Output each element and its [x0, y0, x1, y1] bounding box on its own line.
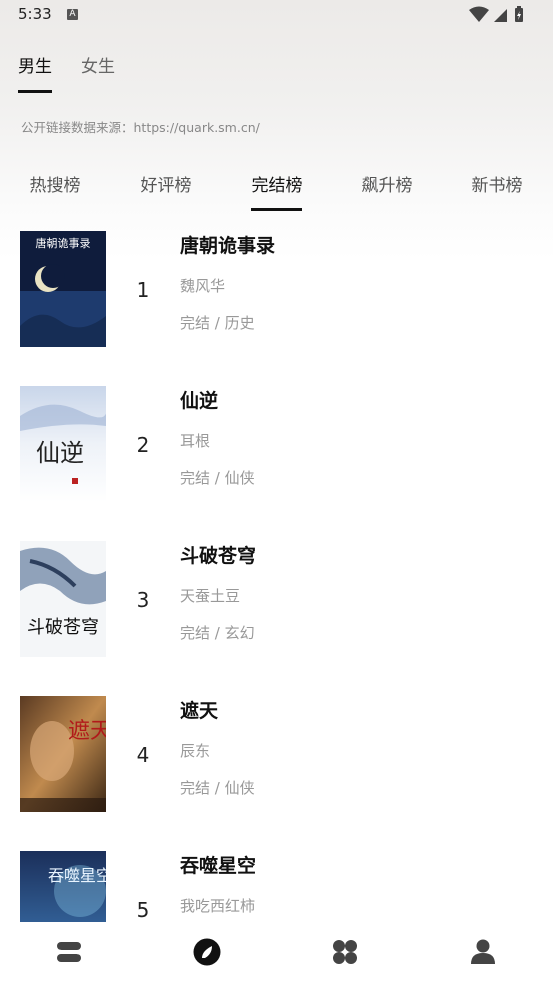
book-item[interactable]: 吞噬星空 5 吞噬星空 我吃西红柿	[0, 848, 553, 922]
wifi-icon	[469, 6, 489, 22]
book-cover[interactable]: 遮天	[20, 696, 106, 812]
book-rank: 4	[136, 743, 150, 767]
book-meta: 完结 / 历史	[180, 314, 255, 332]
category-icon	[333, 940, 357, 964]
tab-completed[interactable]: 完结榜	[232, 171, 322, 196]
bottom-navigation	[0, 922, 553, 984]
book-author: 我吃西红柿	[180, 897, 256, 915]
book-rank: 2	[136, 433, 150, 457]
data-source-text: 公开链接数据来源：https://quark.sm.cn/	[21, 120, 260, 135]
signal-icon	[494, 9, 507, 22]
compass-icon	[193, 938, 221, 966]
book-item[interactable]: 斗破苍穹 3 斗破苍穹 天蚕土豆 完结 / 玄幻	[0, 538, 553, 688]
rank-tab-indicator	[251, 208, 302, 211]
tab-male[interactable]: 男生	[18, 52, 52, 77]
book-meta: 完结 / 仙侠	[180, 469, 255, 487]
book-title: 斗破苍穹	[180, 545, 257, 567]
tab-female[interactable]: 女生	[81, 52, 115, 77]
book-title: 遮天	[180, 700, 219, 722]
profile-icon	[471, 939, 495, 964]
svg-text:斗破苍穹: 斗破苍穹	[27, 617, 99, 638]
book-item[interactable]: 遮天 4 遮天 辰东 完结 / 仙侠	[0, 693, 553, 843]
status-bar: 5:33 A	[0, 0, 553, 32]
nav-category[interactable]	[330, 937, 360, 967]
book-list: 唐朝诡事录 1 唐朝诡事录 魏风华 完结 / 历史 仙逆 2 仙逆 耳根 完结 …	[0, 228, 553, 922]
book-cover[interactable]: 仙逆	[20, 386, 106, 502]
notification-a-icon: A	[67, 9, 78, 20]
tab-hot-search[interactable]: 热搜榜	[10, 171, 100, 196]
svg-text:仙逆: 仙逆	[36, 439, 84, 467]
book-author: 魏风华	[180, 277, 226, 295]
svg-text:吞噬星空: 吞噬星空	[48, 866, 106, 885]
nav-profile[interactable]	[468, 937, 498, 967]
book-rank: 5	[136, 898, 150, 922]
tab-rising[interactable]: 飙升榜	[342, 171, 432, 196]
book-rank: 3	[136, 588, 150, 612]
book-author: 辰东	[180, 742, 211, 760]
book-item[interactable]: 唐朝诡事录 1 唐朝诡事录 魏风华 完结 / 历史	[0, 228, 553, 378]
book-cover[interactable]: 吞噬星空	[20, 851, 106, 922]
svg-text:唐朝诡事录: 唐朝诡事录	[36, 236, 91, 250]
book-title: 吞噬星空	[180, 855, 257, 877]
book-item[interactable]: 仙逆 2 仙逆 耳根 完结 / 仙侠	[0, 383, 553, 533]
status-time: 5:33	[18, 5, 52, 23]
book-meta: 完结 / 仙侠	[180, 779, 255, 797]
book-title: 唐朝诡事录	[180, 235, 276, 257]
svg-text:遮天: 遮天	[68, 719, 106, 744]
bookshelf-icon	[56, 942, 82, 962]
book-cover[interactable]: 唐朝诡事录	[20, 231, 106, 347]
nav-bookshelf[interactable]	[54, 937, 84, 967]
book-cover[interactable]: 斗破苍穹	[20, 541, 106, 657]
status-icons	[469, 6, 523, 22]
book-meta: 完结 / 玄幻	[180, 624, 255, 642]
tab-top-rated[interactable]: 好评榜	[121, 171, 211, 196]
tab-new-books[interactable]: 新书榜	[452, 171, 542, 196]
book-rank: 1	[136, 278, 150, 302]
book-author: 耳根	[180, 432, 211, 450]
book-author: 天蚕土豆	[180, 587, 241, 605]
gender-tab-indicator	[18, 90, 52, 93]
nav-discover[interactable]	[192, 937, 222, 967]
book-title: 仙逆	[180, 390, 219, 412]
